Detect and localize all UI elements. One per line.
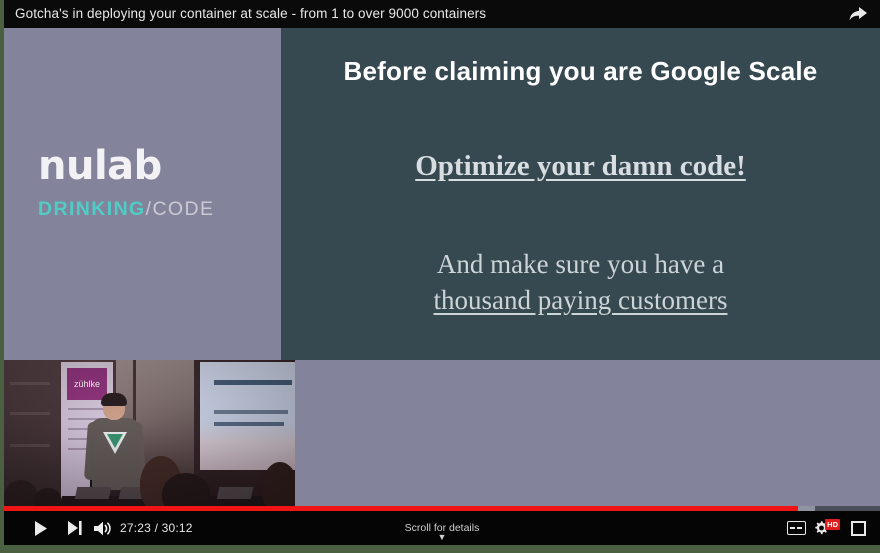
video-title: Gotcha's in deploying your container at …	[15, 6, 487, 21]
slide-body: And make sure you have a thousand paying…	[281, 246, 880, 318]
slide-title: Before claiming you are Google Scale	[343, 56, 818, 86]
collapse-corners-glyph	[850, 520, 866, 536]
slide-body-line-1: And make sure you have a	[436, 249, 725, 279]
slide-body-line-2: thousand paying customers	[433, 285, 728, 315]
closed-captions-icon[interactable]	[782, 511, 810, 545]
nulab-wordmark: nulab	[38, 143, 162, 189]
pip-scene: zühlke	[4, 360, 295, 511]
settings-gear-icon[interactable]: HD	[812, 511, 840, 545]
slide-headline: Optimize your damn code!	[415, 150, 746, 182]
speaker-camera-feed[interactable]: zühlke	[4, 360, 295, 511]
video-player: Gotcha's in deploying your container at …	[4, 0, 880, 545]
player-controls: 27:23 / 30:12 Scroll for details ▼ HD	[4, 511, 880, 545]
nulab-tagline: DRINKING/CODE	[38, 198, 258, 220]
pip-lighting-overlay	[4, 360, 295, 511]
chevron-down-icon[interactable]: ▼	[4, 533, 880, 542]
cc-glyph	[786, 521, 806, 535]
video-title-bar: Gotcha's in deploying your container at …	[4, 0, 880, 28]
nulab-logo: nulab DRINKING/CODE	[38, 146, 258, 220]
video-stage[interactable]: nulab DRINKING/CODE Before claiming you …	[4, 28, 880, 511]
gear-with-quality-badge: HD	[813, 519, 840, 536]
share-icon[interactable]	[844, 3, 872, 25]
tagline-code: CODE	[152, 198, 215, 220]
quality-badge: HD	[825, 519, 840, 530]
tagline-drinking: DRINKING	[38, 198, 146, 220]
exit-fullscreen-icon[interactable]	[844, 511, 872, 545]
